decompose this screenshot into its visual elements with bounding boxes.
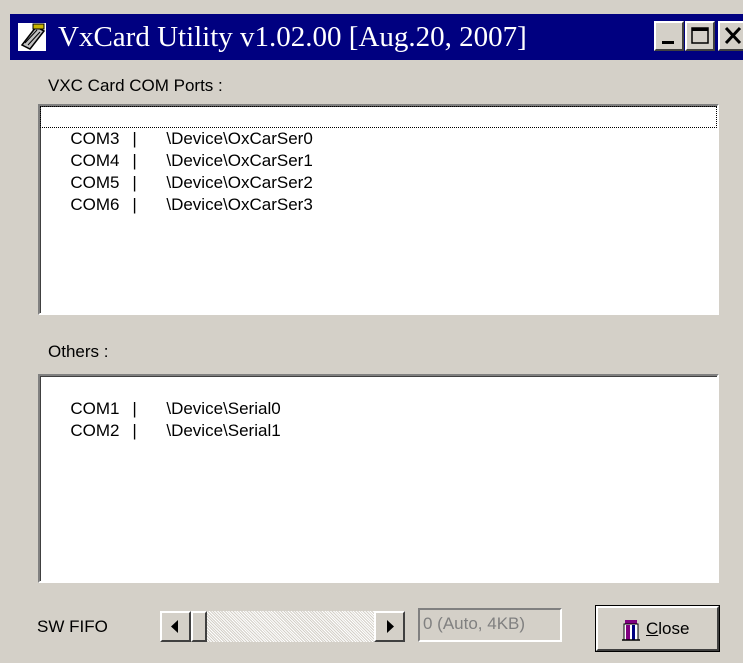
device-path: \Device\OxCarSer3 bbox=[166, 195, 313, 214]
door-exit-icon bbox=[622, 620, 640, 641]
window-title: VxCard Utility v1.02.00 [Aug.20, 2007] bbox=[58, 21, 527, 53]
separator: | bbox=[132, 421, 137, 440]
list-item[interactable]: COM3 | \Device\OxCarSer0 bbox=[40, 106, 717, 148]
list-item[interactable]: COM6 | \Device\OxCarSer3 bbox=[40, 172, 717, 214]
port-name: COM6 bbox=[70, 195, 120, 214]
separator: | bbox=[132, 195, 137, 214]
app-card-icon bbox=[18, 23, 46, 51]
vxc-ports-label: VXC Card COM Ports : bbox=[48, 76, 223, 95]
arrow-right-icon bbox=[387, 620, 394, 633]
port-name: COM2 bbox=[70, 421, 120, 440]
close-x-icon bbox=[724, 26, 742, 45]
sw-fifo-slider[interactable] bbox=[160, 611, 405, 642]
list-item[interactable]: COM4 | \Device\OxCarSer1 bbox=[40, 128, 717, 170]
vxc-ports-listbox[interactable]: COM3 | \Device\OxCarSer0 COM4 | \Device\OxCa… bbox=[38, 104, 719, 315]
minimize-button[interactable] bbox=[654, 21, 684, 51]
arrow-left-icon bbox=[171, 620, 178, 633]
title-bar[interactable]: VxCard Utility v1.02.00 [Aug.20, 2007] bbox=[10, 14, 743, 60]
others-listbox[interactable]: COM1 | \Device\Serial0 COM2 | \Device\Serial… bbox=[38, 374, 719, 583]
list-item[interactable]: COM5 | \Device\OxCarSer2 bbox=[40, 150, 717, 192]
minimize-icon bbox=[662, 41, 674, 44]
list-item[interactable]: COM2 | \Device\Serial1 bbox=[40, 398, 717, 440]
vxcard-window: VxCard Utility v1.02.00 [Aug.20, 2007] V… bbox=[0, 0, 743, 663]
close-button[interactable]: Close bbox=[595, 605, 720, 652]
sw-fifo-label: SW FIFO bbox=[37, 617, 108, 636]
sw-fifo-value-field: 0 (Auto, 4KB) bbox=[418, 608, 562, 642]
scroll-right-button[interactable] bbox=[374, 611, 405, 642]
maximize-icon bbox=[691, 27, 709, 44]
others-label: Others : bbox=[48, 342, 109, 361]
slider-thumb[interactable] bbox=[191, 611, 207, 642]
device-path: \Device\Serial1 bbox=[166, 421, 281, 440]
list-item[interactable]: COM1 | \Device\Serial0 bbox=[40, 376, 717, 418]
maximize-button[interactable] bbox=[685, 21, 715, 51]
window-close-button[interactable] bbox=[718, 21, 743, 51]
scroll-left-button[interactable] bbox=[160, 611, 191, 642]
close-button-label: Close bbox=[646, 619, 690, 638]
